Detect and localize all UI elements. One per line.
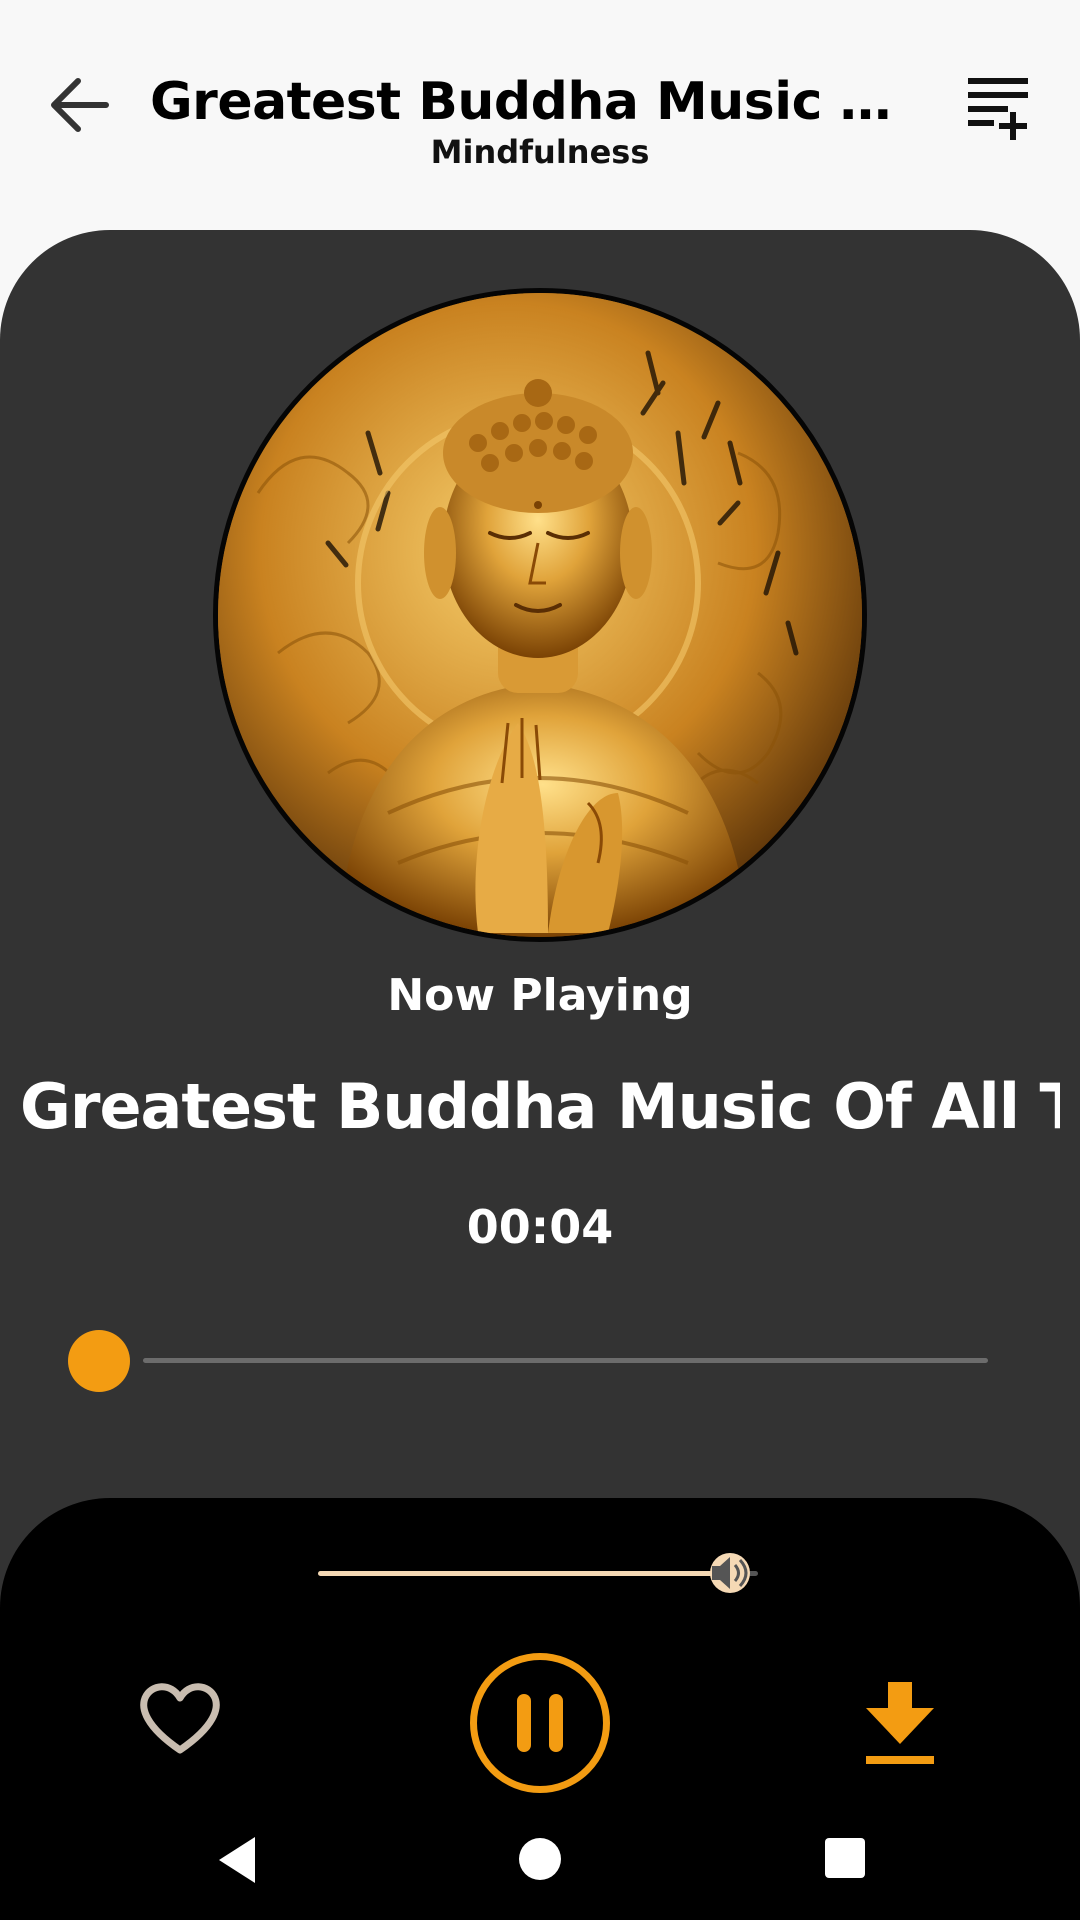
top-app-bar: Greatest Buddha Music Of... Mindfulness [0,0,1080,210]
nav-home-icon[interactable] [519,1838,561,1880]
page-title: Greatest Buddha Music Of... [150,72,930,132]
nav-back-button[interactable] [215,1835,259,1885]
elapsed-time: 00:04 [466,1200,614,1254]
now-playing-card: Now Playing Greatest Buddha Music Of All… [0,230,1080,1630]
seek-bar[interactable] [68,1330,988,1392]
heart-outline-icon [140,1683,220,1754]
album-artwork [213,288,867,942]
download-icon [866,1682,934,1764]
system-navigation-bar [0,1800,1080,1920]
nav-back-icon [219,1837,255,1883]
play-pause-button[interactable] [470,1653,610,1793]
pause-icon [517,1694,531,1752]
add-to-playlist-button[interactable] [960,70,1032,142]
arrow-left-icon [51,78,109,132]
now-playing-label: Now Playing [387,970,693,1021]
nav-recents-icon[interactable] [825,1838,865,1878]
seek-track[interactable] [143,1358,988,1363]
volume-icon [710,1553,750,1593]
download-button[interactable] [860,1678,940,1768]
seek-thumb[interactable] [68,1330,130,1392]
favorite-button[interactable] [135,1678,225,1758]
back-button[interactable] [40,70,120,140]
pause-icon-bar [549,1694,563,1752]
page-subtitle: Mindfulness [430,133,650,171]
volume-slider[interactable] [318,1548,758,1598]
volume-track-filled[interactable] [318,1571,718,1576]
track-title: Greatest Buddha Music Of All Ti.. [20,1070,1060,1143]
volume-thumb[interactable] [702,1548,754,1598]
buddha-statue-artwork [218,293,862,937]
playlist-add-icon [968,78,1028,140]
title-block: Greatest Buddha Music Of... Mindfulness [150,70,930,172]
